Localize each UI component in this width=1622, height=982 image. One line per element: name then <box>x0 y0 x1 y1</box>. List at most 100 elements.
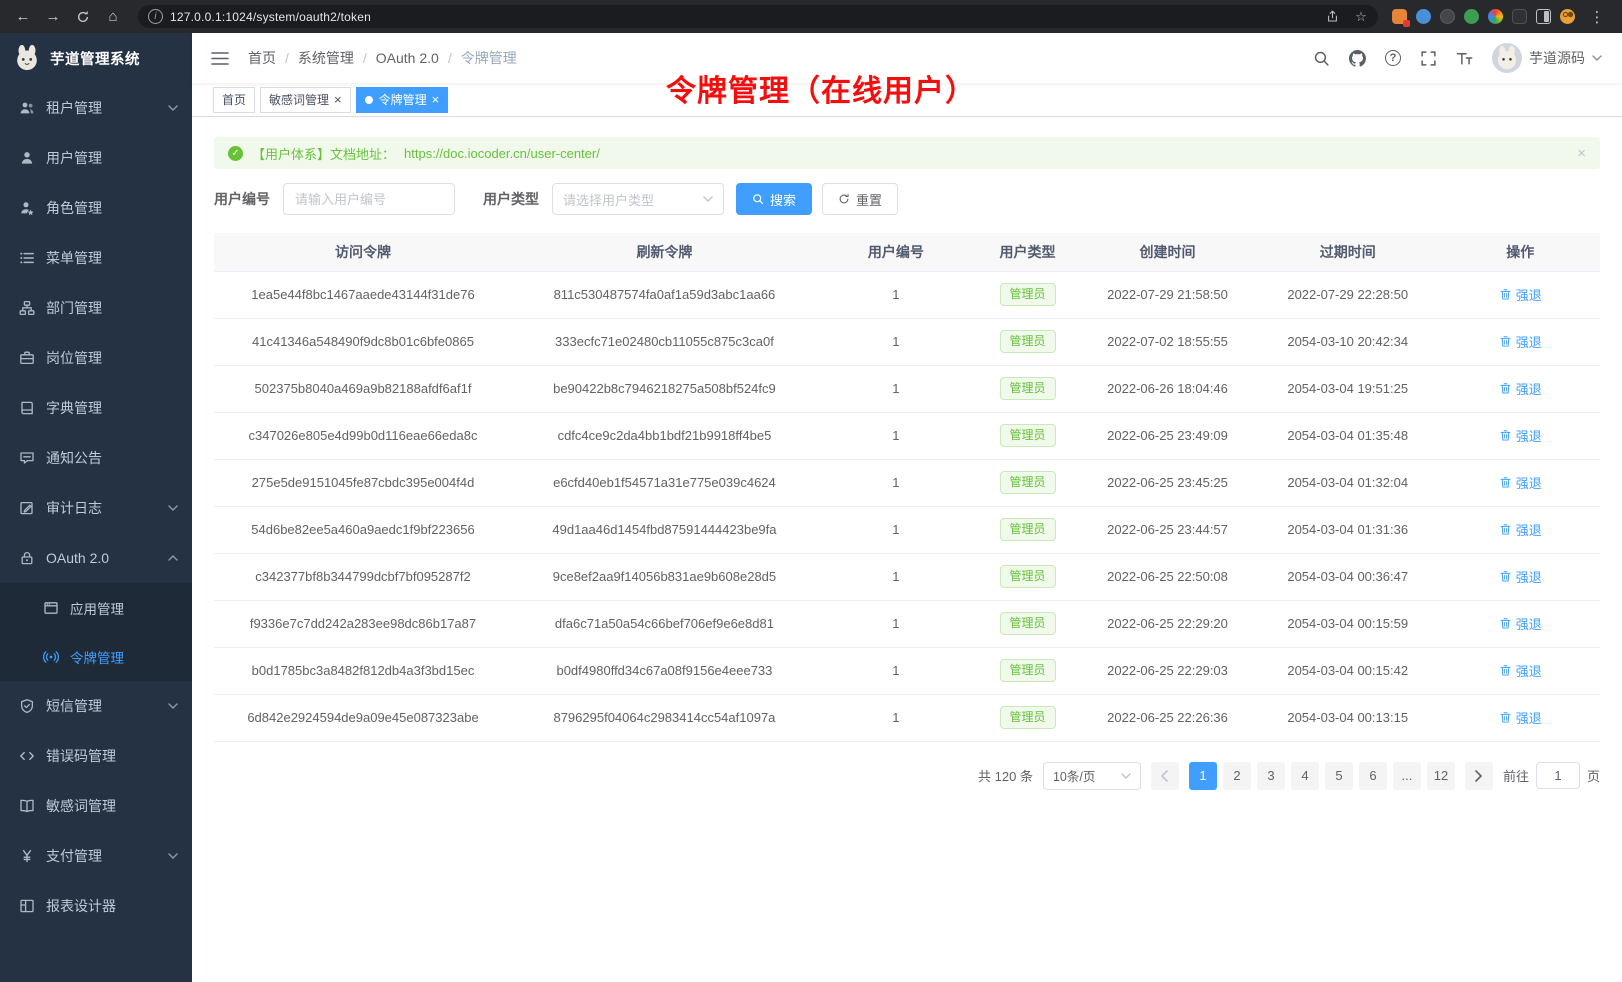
force-logout-button[interactable]: 强退 <box>1499 285 1542 304</box>
extensions-puzzle-icon[interactable] <box>1488 9 1503 24</box>
help-icon[interactable]: ? <box>1385 50 1401 66</box>
breadcrumb-item: 系统管理 <box>298 48 376 68</box>
page-button[interactable]: 4 <box>1291 762 1319 790</box>
github-icon[interactable] <box>1349 50 1366 67</box>
extension-icon-5[interactable] <box>1512 9 1527 24</box>
select-placeholder: 请选择用户类型 <box>563 190 654 209</box>
fullscreen-icon[interactable] <box>1420 50 1437 67</box>
sidebar-item-error-code[interactable]: 错误码管理 <box>0 731 192 781</box>
sidebar-item-post[interactable]: 岗位管理 <box>0 333 192 383</box>
tab-label: 令牌管理 <box>379 91 427 108</box>
user-menu[interactable]: 芋道源码 <box>1492 43 1602 73</box>
browser-reload-icon[interactable] <box>70 4 96 30</box>
font-size-icon[interactable] <box>1456 50 1473 67</box>
close-icon[interactable]: × <box>432 93 440 106</box>
url-text: 127.0.0.1:1024/system/oauth2/token <box>170 10 371 24</box>
goto-page-input[interactable] <box>1536 762 1580 789</box>
sidebar-item-user[interactable]: 用户管理 <box>0 133 192 183</box>
close-icon[interactable]: × <box>334 93 342 106</box>
force-logout-button[interactable]: 强退 <box>1499 379 1542 398</box>
edit-pencil-icon <box>19 500 35 516</box>
sidebar-item-oauth[interactable]: OAuth 2.0 <box>0 533 192 583</box>
address-bar[interactable]: i 127.0.0.1:1024/system/oauth2/token ☆ <box>138 5 1378 28</box>
table-row: 502375b8040a469a9b82188afdf6af1f be90422… <box>214 365 1600 412</box>
browser-profile-avatar[interactable] <box>1560 9 1575 24</box>
sidebar-item-audit-log[interactable]: 审计日志 <box>0 483 192 533</box>
force-logout-button[interactable]: 强退 <box>1499 567 1542 586</box>
open-book-icon <box>19 798 35 814</box>
sidebar-item-dept[interactable]: 部门管理 <box>0 283 192 333</box>
sidebar-item-tenant[interactable]: 租户管理 <box>0 83 192 133</box>
force-logout-button[interactable]: 强退 <box>1499 661 1542 680</box>
sidebar-item-report-designer[interactable]: 报表设计器 <box>0 881 192 931</box>
force-logout-button[interactable]: 强退 <box>1499 708 1542 727</box>
column-header: 用户编号 <box>817 233 975 271</box>
page-numbers: 1 2 3 4 5 6 ... 12 <box>1189 762 1455 790</box>
sidebar-item-sms[interactable]: 短信管理 <box>0 681 192 731</box>
pagination: 共 120 条 10条/页 1 2 3 4 5 6 <box>214 762 1600 790</box>
browser-forward-icon[interactable]: → <box>40 4 66 30</box>
extension-icon-3[interactable] <box>1440 9 1455 24</box>
sidebar-item-app-management[interactable]: 应用管理 <box>0 583 192 632</box>
tab-label: 首页 <box>222 91 246 108</box>
chevron-up-icon <box>168 555 178 561</box>
app-logo[interactable]: 芋道管理系统 <box>0 33 192 83</box>
annotation-text: 令牌管理（在线用户） <box>666 66 976 110</box>
column-header: 过期时间 <box>1255 233 1441 271</box>
breadcrumb-item[interactable]: 首页 <box>248 48 298 68</box>
tab-home[interactable]: 首页 <box>213 87 255 113</box>
extension-icon-1[interactable] <box>1392 9 1407 24</box>
sidebar-item-payment[interactable]: 支付管理 <box>0 831 192 881</box>
page-button[interactable]: 12 <box>1427 762 1455 790</box>
sidebar-item-notice[interactable]: 通知公告 <box>0 433 192 483</box>
page-size-select[interactable]: 10条/页 <box>1043 762 1141 790</box>
next-page-button[interactable] <box>1465 762 1493 790</box>
force-logout-button[interactable]: 强退 <box>1499 614 1542 633</box>
browser-back-icon[interactable]: ← <box>10 4 36 30</box>
search-button[interactable]: 搜索 <box>736 183 812 215</box>
force-logout-button[interactable]: 强退 <box>1499 332 1542 351</box>
page-button[interactable]: 1 <box>1189 762 1217 790</box>
browser-menu-icon[interactable]: ⋮ <box>1584 4 1610 30</box>
doc-link[interactable]: https://doc.iocoder.cn/user-center/ <box>404 146 600 161</box>
browser-home-icon[interactable]: ⌂ <box>100 4 126 30</box>
sidebar-item-label: 令牌管理 <box>70 647 124 667</box>
extension-icon-2[interactable] <box>1416 9 1431 24</box>
user-id-label: 用户编号 <box>214 189 270 209</box>
tab-sensitive-word[interactable]: 敏感词管理 × <box>260 87 351 113</box>
force-logout-button[interactable]: 强退 <box>1499 473 1542 492</box>
sidebar-item-dict[interactable]: 字典管理 <box>0 383 192 433</box>
sidebar-item-role[interactable]: 角色管理 <box>0 183 192 233</box>
tab-token-management[interactable]: 令牌管理 × <box>356 87 449 113</box>
bookmark-star-icon[interactable]: ☆ <box>1350 6 1372 28</box>
prev-page-button[interactable] <box>1151 762 1179 790</box>
sidebar-item-sensitive-word[interactable]: 敏感词管理 <box>0 781 192 831</box>
user-type-select[interactable]: 请选择用户类型 <box>552 183 724 215</box>
close-icon[interactable]: × <box>1577 145 1586 162</box>
page-button[interactable]: 2 <box>1223 762 1251 790</box>
table-row: 1ea5e44f8bc1467aaede43144f31de76 811c530… <box>214 271 1600 318</box>
page-button[interactable]: 3 <box>1257 762 1285 790</box>
force-logout-button[interactable]: 强退 <box>1499 426 1542 445</box>
split-screen-icon[interactable] <box>1536 9 1551 24</box>
sidebar-item-label: 应用管理 <box>70 598 124 618</box>
column-header: 操作 <box>1441 233 1600 271</box>
user-id-input[interactable] <box>283 183 455 215</box>
table-header-row: 访问令牌 刷新令牌 用户编号 用户类型 创建时间 过期时间 操作 <box>214 233 1600 271</box>
sidebar-item-label: 字典管理 <box>46 398 102 418</box>
sidebar-item-token-management[interactable]: 令牌管理 <box>0 632 192 681</box>
sidebar-item-menu[interactable]: 菜单管理 <box>0 233 192 283</box>
site-info-icon[interactable]: i <box>148 9 163 24</box>
table-row: 54d6be82ee5a460a9aedc1f9bf223656 49d1aa4… <box>214 506 1600 553</box>
search-icon[interactable] <box>1313 50 1330 67</box>
reset-button[interactable]: 重置 <box>822 183 898 215</box>
more-pages-button[interactable]: ... <box>1393 762 1421 790</box>
page-button[interactable]: 5 <box>1325 762 1353 790</box>
force-logout-button[interactable]: 强退 <box>1499 520 1542 539</box>
sidebar-collapse-icon[interactable] <box>207 47 233 70</box>
code-brackets-icon <box>19 748 35 764</box>
page-button[interactable]: 6 <box>1359 762 1387 790</box>
share-icon[interactable] <box>1321 6 1343 28</box>
page-content: ✓ 【用户体系】文档地址： https://doc.iocoder.cn/use… <box>192 117 1622 982</box>
extension-icon-4[interactable] <box>1464 9 1479 24</box>
